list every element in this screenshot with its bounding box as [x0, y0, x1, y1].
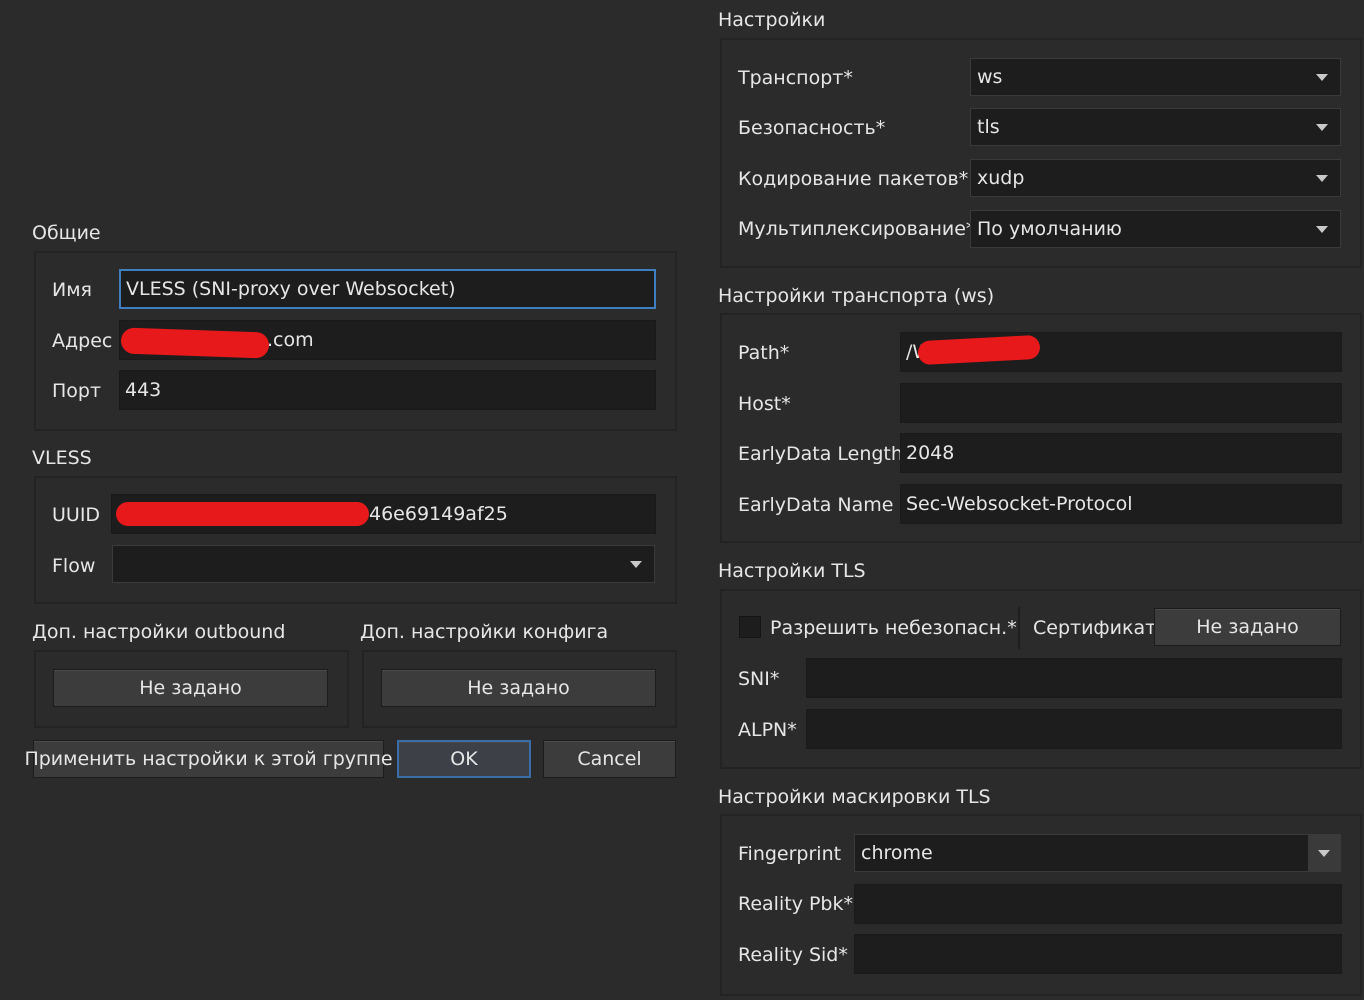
- host-input[interactable]: [900, 383, 1342, 423]
- alpn-label: ALPN*: [738, 719, 797, 741]
- address-redaction: [120, 327, 270, 359]
- tls-title: Настройки TLS: [718, 560, 866, 582]
- chevron-down-icon: [630, 561, 642, 568]
- allow-insecure-checkbox[interactable]: [739, 616, 761, 638]
- vless-title: VLESS: [32, 447, 92, 469]
- tls-mask-title: Настройки маскировки TLS: [718, 786, 991, 808]
- allow-insecure-label: Разрешить небезопасн.*: [770, 617, 1017, 639]
- name-label: Имя: [52, 279, 92, 301]
- packet-encoding-select[interactable]: xudp: [970, 159, 1341, 197]
- early-data-length-input[interactable]: 2048: [900, 433, 1342, 473]
- outbound-extra-title: Доп. настройки outbound: [32, 621, 286, 643]
- port-input[interactable]: 443: [119, 370, 656, 410]
- alpn-input[interactable]: [806, 709, 1342, 749]
- sni-label: SNI*: [738, 668, 780, 690]
- security-select[interactable]: tls: [970, 108, 1341, 146]
- sni-input[interactable]: [806, 658, 1342, 698]
- chevron-down-icon: [1316, 124, 1328, 131]
- host-label: Host*: [738, 393, 791, 415]
- reality-pbk-input[interactable]: [854, 884, 1342, 924]
- divider: [1018, 607, 1020, 649]
- fingerprint-label: Fingerprint: [738, 843, 842, 865]
- address-label: Адрес: [52, 330, 113, 352]
- ok-button[interactable]: OK: [397, 740, 531, 778]
- chevron-down-icon: [1318, 850, 1330, 857]
- dropdown-button[interactable]: [1308, 835, 1340, 871]
- early-data-name-input[interactable]: Sec-Websocket-Protocol: [900, 484, 1342, 524]
- name-input[interactable]: VLESS (SNI-proxy over Websocket): [119, 269, 656, 309]
- reality-sid-input[interactable]: [854, 934, 1342, 974]
- certificate-label: Сертификат: [1033, 617, 1157, 639]
- chevron-down-icon: [1316, 226, 1328, 233]
- uuid-label: UUID: [52, 504, 101, 526]
- transport-label: Транспорт*: [738, 67, 853, 89]
- early-data-length-label: EarlyData Length: [738, 443, 903, 465]
- uuid-redaction: [116, 502, 369, 526]
- chevron-down-icon: [1316, 175, 1328, 182]
- security-label: Безопасность*: [738, 117, 886, 139]
- reality-pbk-label: Reality Pbk*: [738, 893, 853, 915]
- cancel-button[interactable]: Cancel: [543, 740, 676, 778]
- config-extra-button[interactable]: Не задано: [381, 669, 656, 707]
- mux-label: Мультиплексирование*: [738, 218, 976, 240]
- port-label: Порт: [52, 380, 102, 402]
- flow-select[interactable]: [112, 545, 655, 583]
- path-label: Path*: [738, 342, 790, 364]
- reality-sid-label: Reality Sid*: [738, 944, 848, 966]
- chevron-down-icon: [1316, 74, 1328, 81]
- flow-label: Flow: [52, 555, 96, 577]
- fingerprint-select[interactable]: chrome: [854, 834, 1341, 872]
- transport-settings-title: Настройки транспорта (ws): [718, 285, 995, 307]
- config-extra-title: Доп. настройки конфига: [360, 621, 609, 643]
- general-title: Общие: [32, 222, 101, 244]
- transport-select[interactable]: ws: [970, 58, 1341, 96]
- apply-group-button[interactable]: Применить настройки к этой группе: [24, 740, 393, 778]
- settings-title: Настройки: [718, 9, 826, 31]
- mux-select[interactable]: По умолчанию: [970, 210, 1341, 248]
- certificate-button[interactable]: Не задано: [1154, 608, 1341, 646]
- early-data-name-label: EarlyData Name: [738, 494, 894, 516]
- packet-encoding-label: Кодирование пакетов*: [738, 168, 969, 190]
- outbound-extra-button[interactable]: Не задано: [53, 669, 328, 707]
